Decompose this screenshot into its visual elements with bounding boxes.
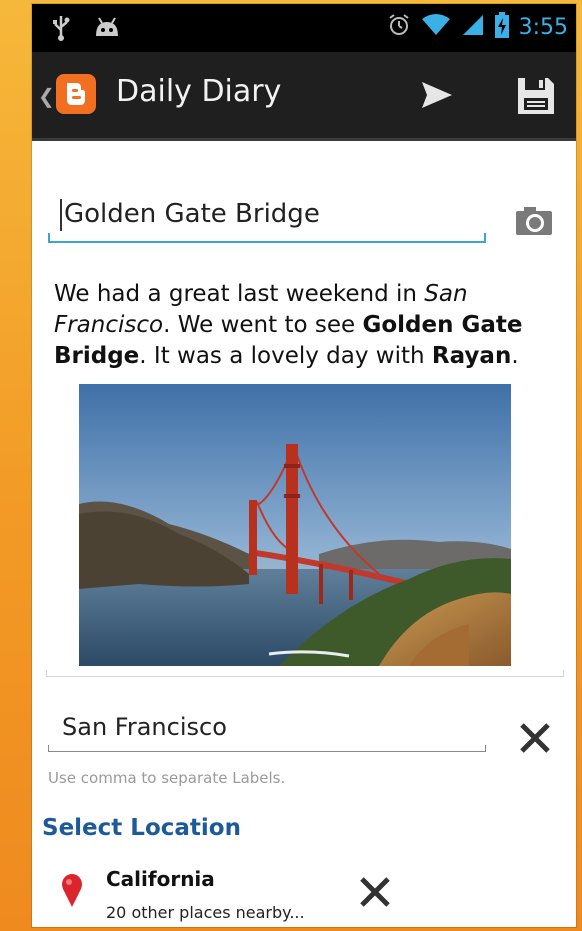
android-debug-icon xyxy=(92,14,122,46)
phone-screen: 3:55 ❮ Daily Diary Golden Gate Bridge We… xyxy=(32,4,576,927)
save-icon[interactable] xyxy=(516,76,556,120)
location-nearby[interactable]: 20 other places nearby... xyxy=(106,903,305,922)
labels-hint: Use comma to separate Labels. xyxy=(48,769,286,787)
labels-value[interactable]: San Francisco xyxy=(62,713,227,741)
camera-icon[interactable] xyxy=(514,205,554,241)
location-name[interactable]: California xyxy=(106,867,215,891)
battery-charging-icon xyxy=(494,12,509,42)
cell-signal-icon xyxy=(461,13,485,41)
alarm-clock-icon xyxy=(387,13,411,41)
app-title: Daily Diary xyxy=(116,74,282,109)
body-text-1: We had a great last weekend in xyxy=(54,281,425,307)
clear-location-icon[interactable] xyxy=(358,875,392,913)
status-bar: 3:55 xyxy=(32,4,576,52)
body-person-rayan: Rayan xyxy=(431,343,512,369)
wifi-icon xyxy=(421,13,451,41)
up-caret-icon[interactable]: ❮ xyxy=(38,84,55,108)
send-icon[interactable] xyxy=(420,78,454,116)
post-body[interactable]: We had a great last weekend in San Franc… xyxy=(54,279,554,372)
golden-gate-photo[interactable] xyxy=(79,384,511,666)
post-title-value[interactable]: Golden Gate Bridge xyxy=(64,199,320,229)
divider xyxy=(46,670,564,677)
editor-content: Golden Gate Bridge We had a great last w… xyxy=(32,141,576,927)
body-text-2: . We went to see xyxy=(163,312,363,338)
usb-icon xyxy=(52,14,70,46)
action-bar: ❮ Daily Diary xyxy=(32,52,576,141)
labels-input[interactable]: San Francisco xyxy=(48,709,486,752)
blogger-logo-icon[interactable] xyxy=(56,74,96,114)
clear-labels-icon[interactable] xyxy=(518,721,552,759)
text-cursor xyxy=(60,199,62,231)
select-location-heading[interactable]: Select Location xyxy=(42,815,241,841)
body-text-3: . It was a lovely day with xyxy=(139,343,432,369)
clock-time: 3:55 xyxy=(518,14,568,40)
map-pin-icon xyxy=(60,873,84,913)
body-text-4: . xyxy=(511,343,519,369)
post-title-field[interactable]: Golden Gate Bridge xyxy=(48,191,486,243)
